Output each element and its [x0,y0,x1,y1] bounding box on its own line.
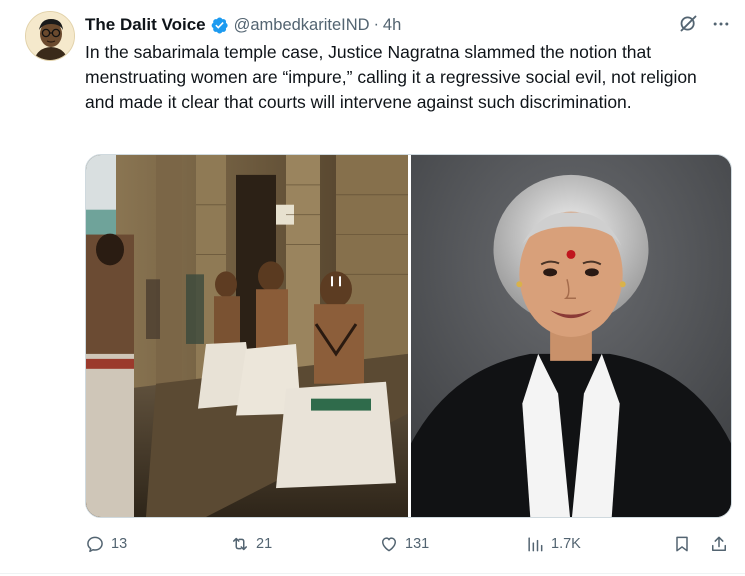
reply-button[interactable]: 13 [85,534,127,554]
more-icon[interactable] [711,14,731,34]
repost-button[interactable]: 21 [230,534,272,554]
verified-badge-icon [210,16,229,35]
reply-count: 13 [111,536,128,552]
repost-count: 21 [256,536,273,552]
grok-icon[interactable] [678,13,699,34]
media-grid[interactable] [85,154,732,518]
bookmark-button[interactable] [672,534,692,554]
views-count: 1.7K [551,536,581,552]
repost-icon [233,537,247,551]
divider [0,573,745,574]
views-button[interactable]: 1.7K [525,534,581,554]
judge-portrait-photo[interactable] [411,155,731,517]
action-bar: 13 21 131 1.7K [85,534,735,562]
tweet-text: In the sabarimala temple case, Justice N… [85,42,697,112]
like-button[interactable]: 131 [379,534,429,554]
tweet-header: The Dalit Voice @ambedkariteIND · 4h [85,13,731,37]
timestamp[interactable]: 4h [383,16,401,35]
views-chart-icon [528,537,543,552]
like-count: 131 [405,536,430,552]
share-button[interactable] [709,534,729,554]
tweet[interactable]: The Dalit Voice @ambedkariteIND · 4h In … [0,0,745,576]
display-name[interactable]: The Dalit Voice [85,15,206,35]
share-icon [712,536,726,551]
heart-icon [382,537,396,552]
handle[interactable]: @ambedkariteIND [234,16,370,35]
reply-icon [87,536,103,553]
separator-dot: · [373,16,379,33]
avatar[interactable] [25,11,75,61]
temple-photo[interactable] [86,155,408,517]
bookmark-icon [676,536,688,552]
